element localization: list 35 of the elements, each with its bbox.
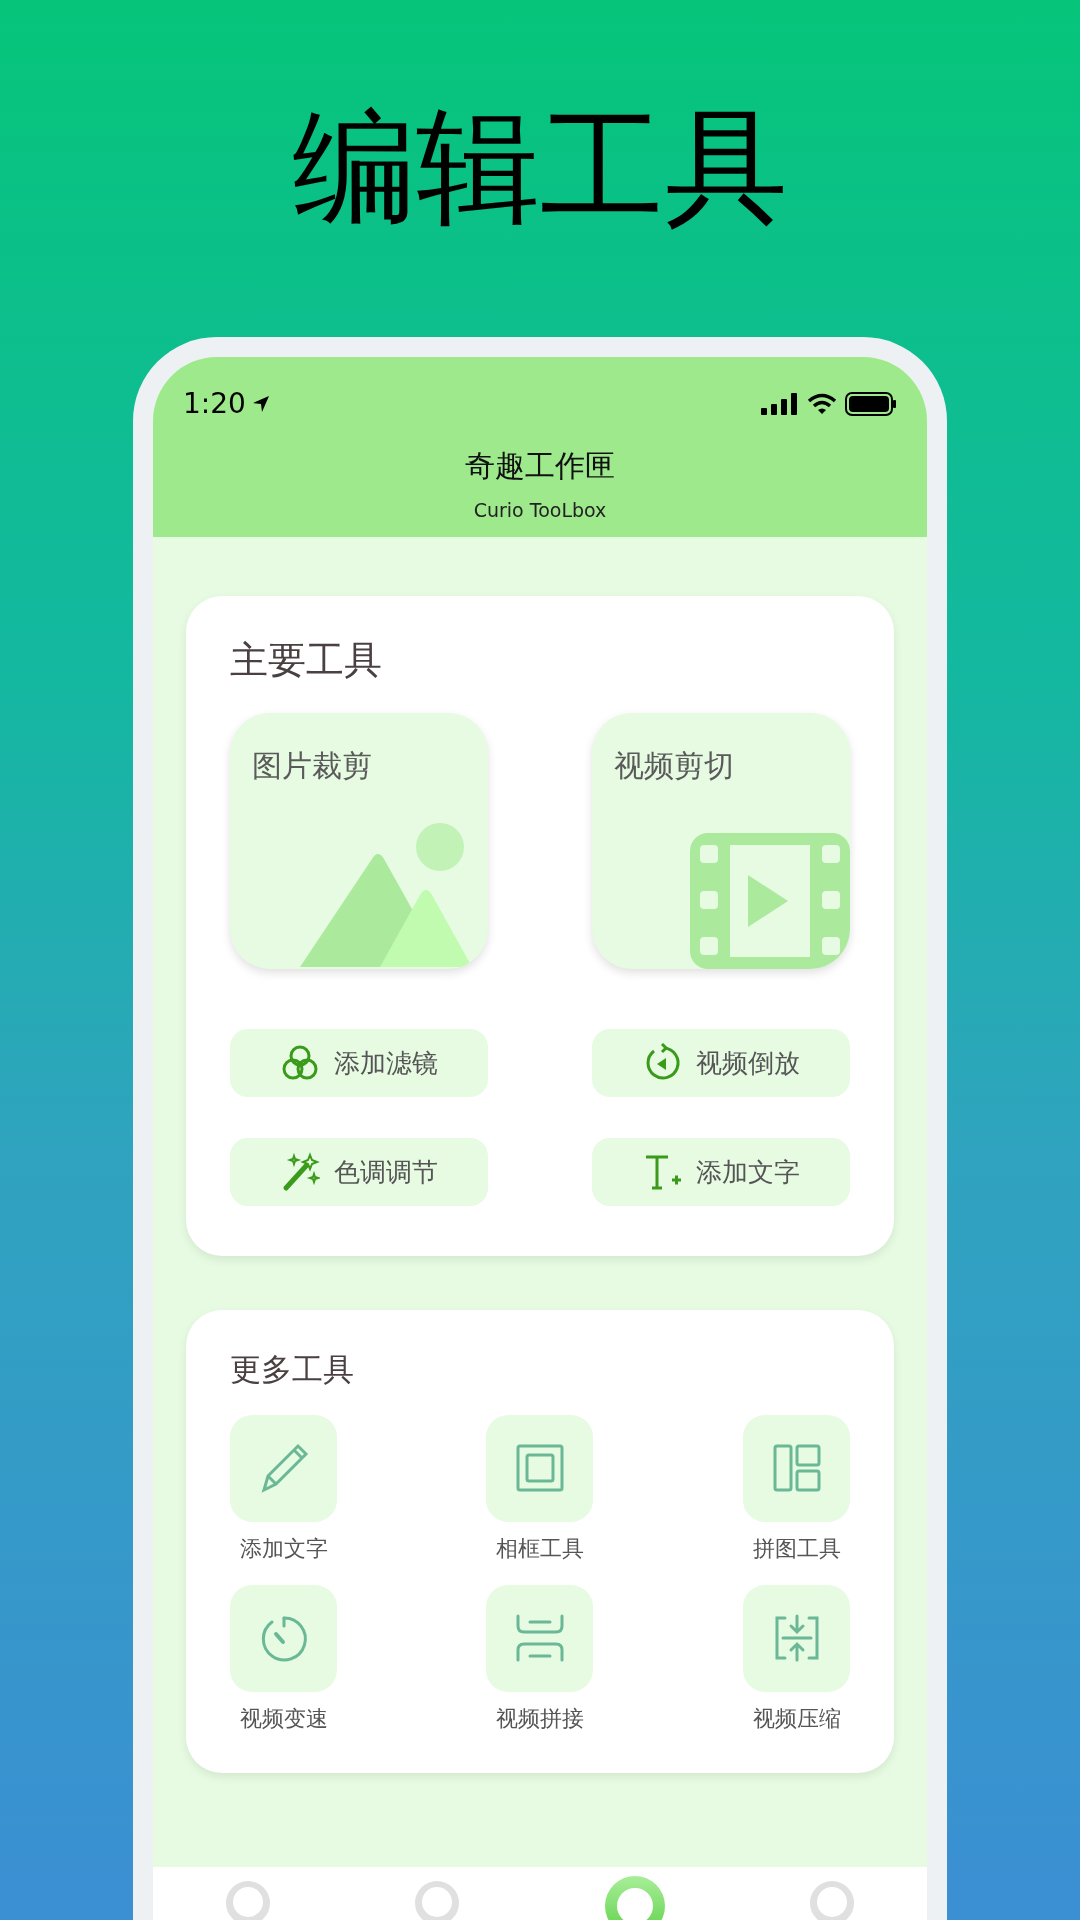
tool-tile[interactable]: 图片裁剪	[230, 713, 488, 969]
tool-icon-button[interactable]	[230, 1414, 337, 1522]
section-title: 更多工具	[230, 1350, 355, 1389]
tool-icon-button[interactable]	[486, 1584, 594, 1692]
tool-icon-button[interactable]	[743, 1414, 850, 1522]
status-time: 1:20	[183, 386, 246, 422]
headline: 编辑工具	[292, 105, 788, 229]
tool-label: 视频压缩	[752, 1704, 841, 1733]
film-play-icon	[690, 833, 850, 969]
tool-label: 相框工具	[496, 1534, 584, 1563]
nav-tab[interactable]	[604, 1876, 665, 1920]
app-title: 奇趣工作匣	[464, 447, 616, 485]
nav-tab[interactable]	[415, 1881, 460, 1920]
nav-tab[interactable]	[225, 1881, 270, 1920]
tool-button[interactable]: 视频倒放	[592, 1029, 850, 1097]
tool-button[interactable]: 添加文字	[592, 1138, 850, 1206]
tool-label: 添加文字	[239, 1534, 328, 1563]
tool-tile[interactable]: 视频剪切	[592, 713, 850, 969]
tool-button[interactable]: 色调调节	[230, 1138, 488, 1206]
tool-tile-label: 视频剪切	[614, 747, 734, 785]
tool-icon-button[interactable]	[230, 1584, 337, 1692]
tool-icon-button[interactable]	[486, 1414, 594, 1522]
tool-button[interactable]: 添加滤镜	[230, 1029, 488, 1097]
signal-icon	[761, 393, 799, 415]
nav-tab[interactable]	[810, 1881, 855, 1920]
section-title: 主要工具	[230, 637, 383, 684]
tool-label: 视频拼接	[496, 1704, 584, 1733]
app-subtitle: Curio TooLbox	[472, 498, 608, 523]
tool-tile-label: 图片裁剪	[252, 747, 372, 785]
location-arrow-icon	[251, 395, 270, 413]
battery-icon	[845, 392, 897, 416]
wifi-icon	[807, 393, 837, 415]
tool-label: 拼图工具	[752, 1534, 841, 1563]
tool-label: 视频变速	[239, 1704, 328, 1733]
tool-icon-button[interactable]	[743, 1584, 850, 1692]
